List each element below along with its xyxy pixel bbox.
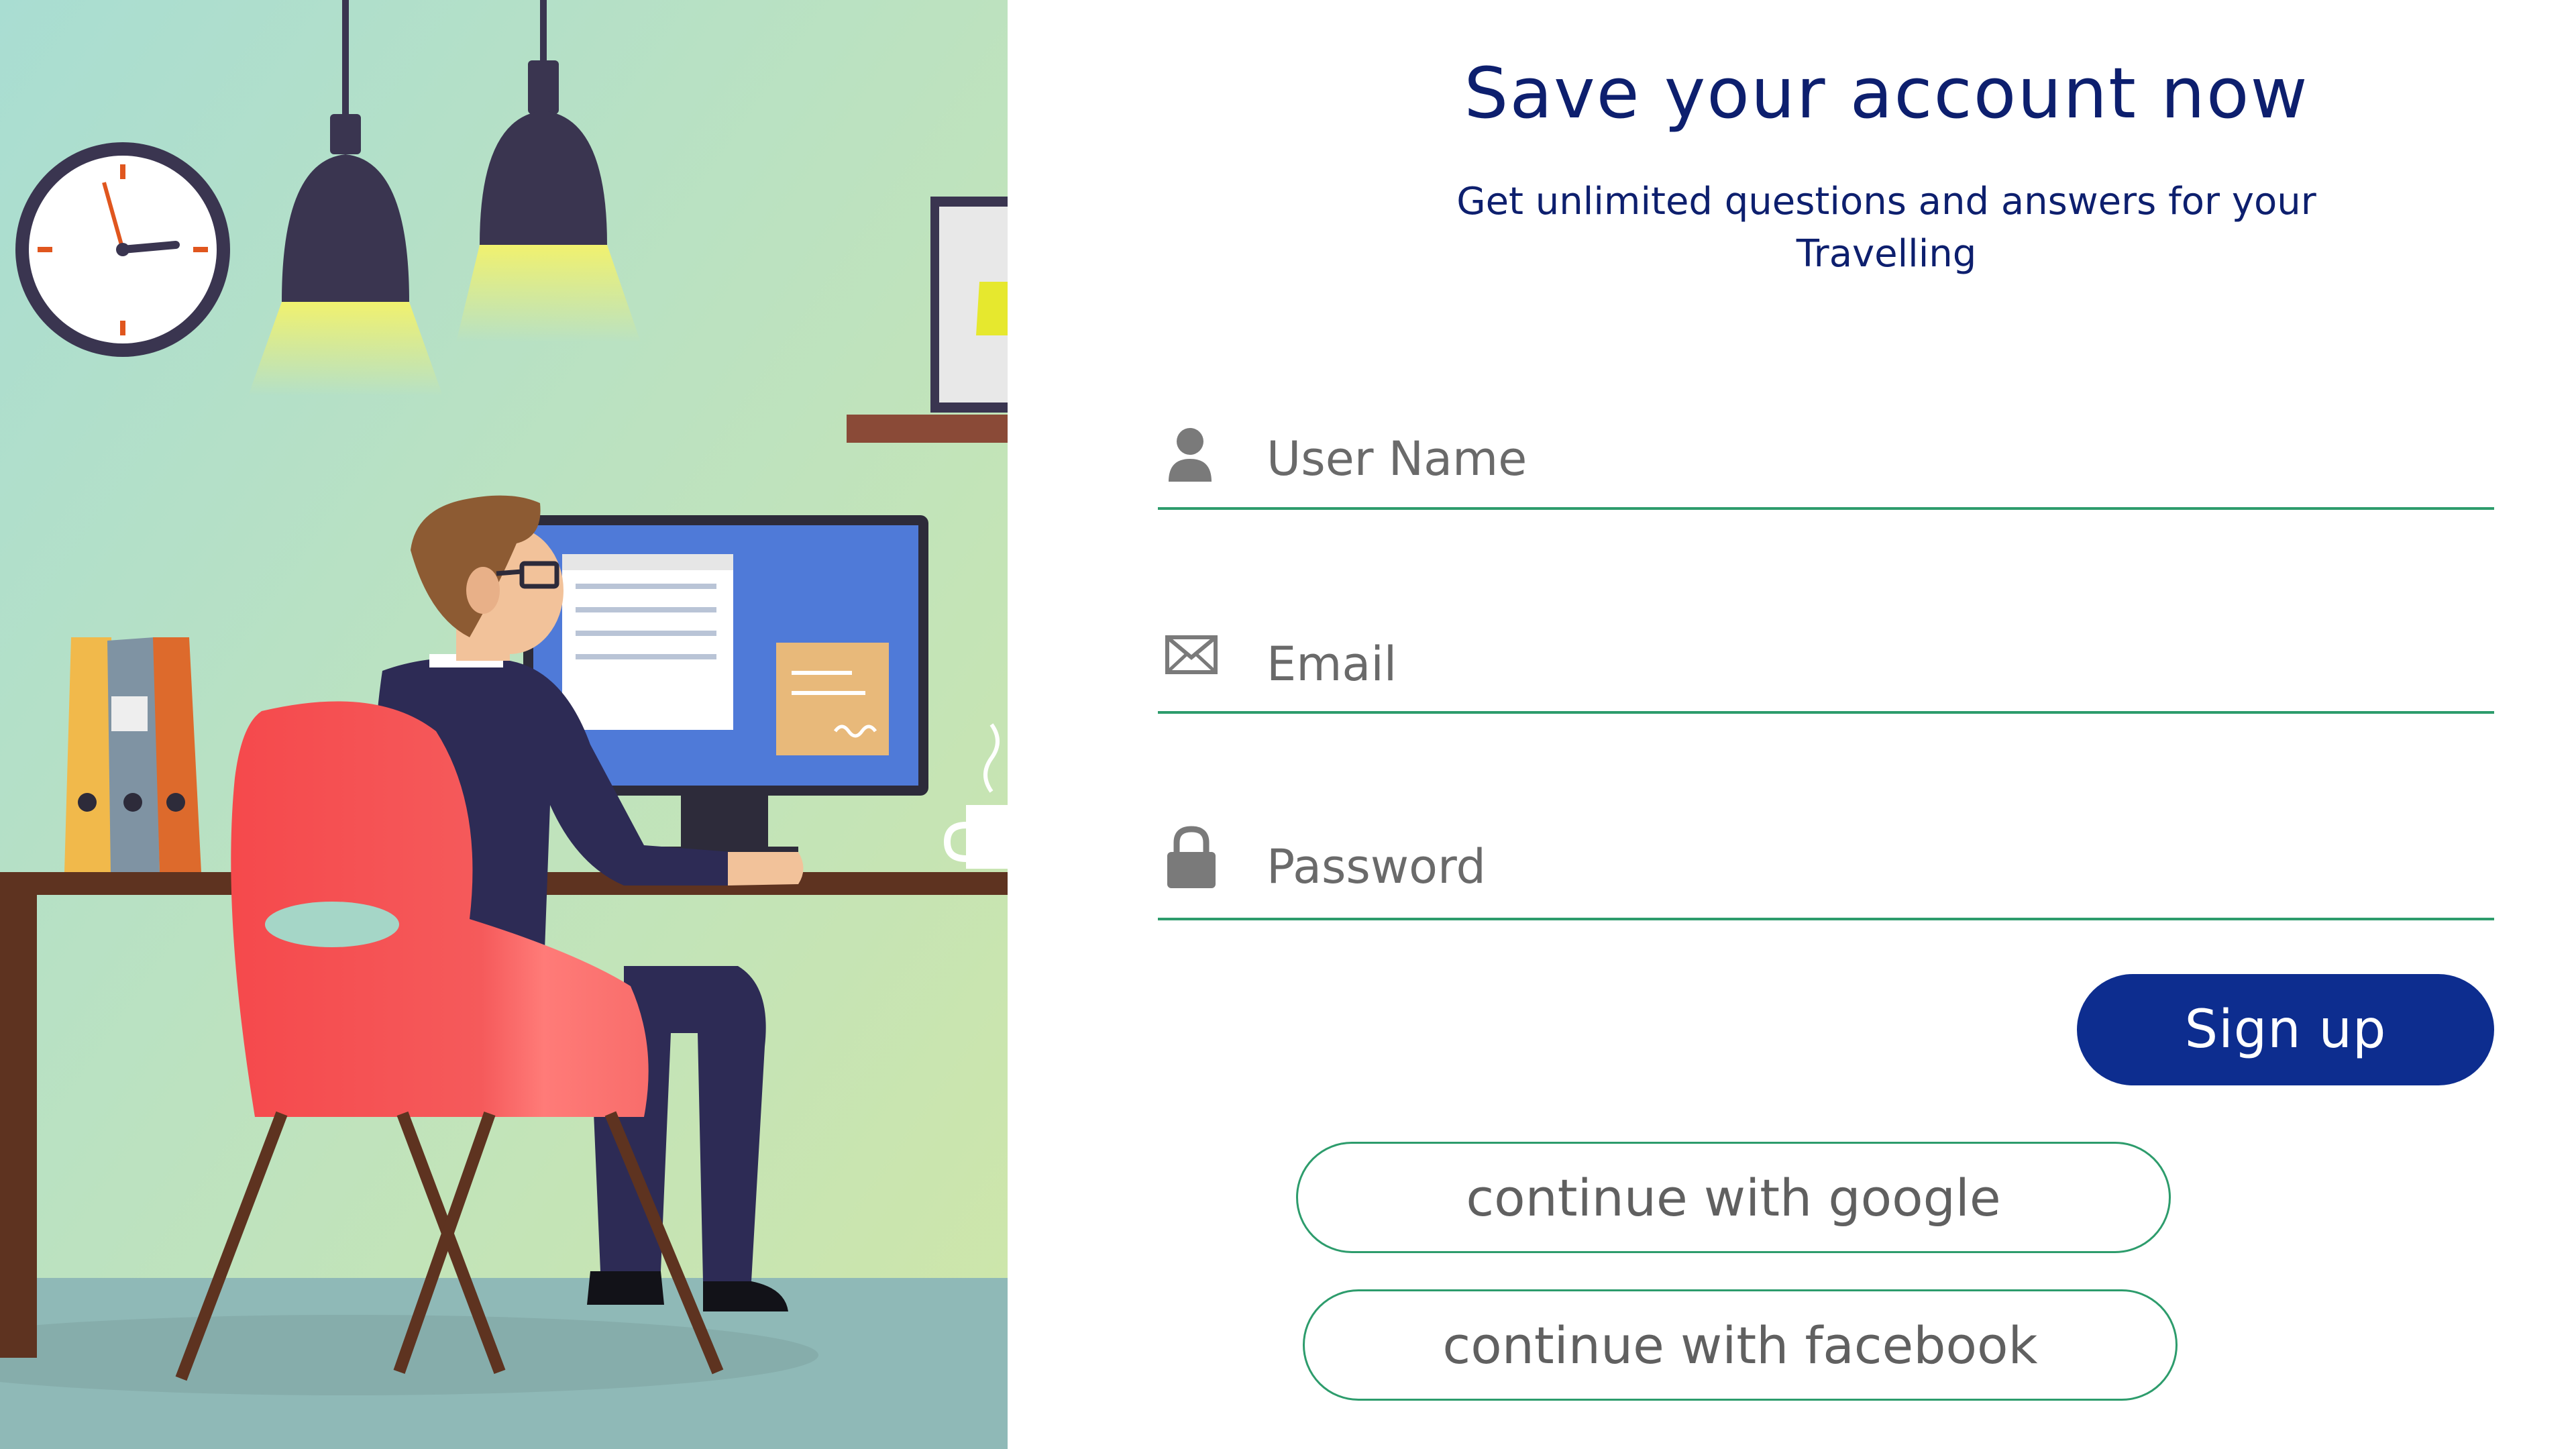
password-field [1158, 812, 2494, 926]
subtitle-line-2: Travelling [1796, 232, 1977, 276]
envelope-icon [1165, 635, 1218, 678]
email-input[interactable] [1267, 631, 2407, 698]
continue-with-google-button[interactable]: continue with google [1296, 1142, 2171, 1253]
subtitle-line-1: Get unlimited questions and answers for … [1456, 180, 2316, 223]
signup-button[interactable]: Sign up [2077, 974, 2494, 1085]
office-scene-svg [0, 0, 1008, 1449]
page-title: Save your account now [1464, 52, 2309, 134]
password-input[interactable] [1267, 833, 2407, 900]
email-underline [1158, 711, 2494, 714]
page-subtitle: Get unlimited questions and answers for … [1343, 176, 2430, 280]
password-underline [1158, 918, 2494, 920]
username-underline [1158, 507, 2494, 510]
user-icon [1165, 425, 1216, 484]
office-illustration [0, 0, 1008, 1449]
binders-icon [64, 637, 201, 872]
signup-form-panel: Save your account now Get unlimited ques… [1008, 0, 2576, 1449]
clock-icon [15, 142, 230, 357]
lock-icon [1165, 825, 1218, 892]
username-input[interactable] [1267, 425, 2407, 492]
username-field [1158, 409, 2494, 510]
email-field [1158, 610, 2494, 718]
continue-with-facebook-button[interactable]: continue with facebook [1303, 1289, 2178, 1401]
